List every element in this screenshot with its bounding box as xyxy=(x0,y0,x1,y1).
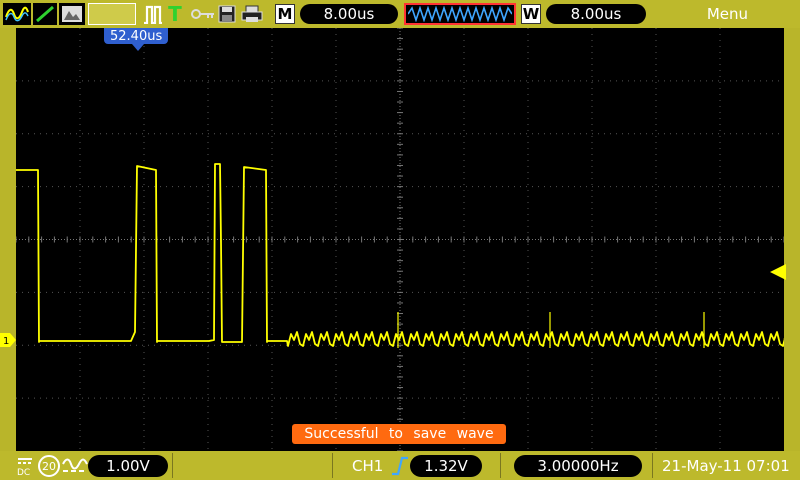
ch2-waveform-icon[interactable] xyxy=(33,3,57,25)
timebase-label: M xyxy=(275,4,295,24)
trigger-level-marker-icon[interactable] xyxy=(770,264,786,280)
ch1-waveform-icon[interactable] xyxy=(3,3,31,25)
trigger-level-value[interactable]: 1.32V xyxy=(410,455,482,477)
waveform-display: 52.40us Successful to save wave xyxy=(16,28,784,451)
ch1-scale-value[interactable]: 1.00V xyxy=(88,455,168,477)
photo-icon[interactable] xyxy=(59,3,85,25)
separator xyxy=(332,453,333,478)
ch1-ground-marker-icon[interactable]: 1 xyxy=(0,332,16,347)
coupling-text: DC xyxy=(17,468,30,476)
top-bar: T M 8.00us W 8.00us Menu xyxy=(0,0,800,28)
window-label: W xyxy=(521,4,541,24)
menu-button[interactable]: Menu xyxy=(707,5,748,23)
save-icon[interactable] xyxy=(217,3,237,25)
dc-coupling-icon: DC xyxy=(16,456,34,478)
separator xyxy=(172,453,173,478)
key-icon[interactable] xyxy=(190,3,216,25)
frequency-value: 3.00000Hz xyxy=(514,455,642,477)
window-waveform-icon[interactable] xyxy=(404,3,516,25)
graticule xyxy=(16,28,784,451)
date-time: 21-May-11 07:01 xyxy=(662,457,790,475)
trigger-position-label[interactable]: 52.40us xyxy=(104,28,169,44)
window-value[interactable]: 8.00us xyxy=(546,4,646,24)
rising-edge-icon[interactable] xyxy=(390,456,410,476)
run-mode-icon[interactable] xyxy=(142,3,164,25)
ch1-trace xyxy=(16,163,784,347)
bottom-bar: DC 20 1.00V CH1 1.32V 3.00000Hz 21-May-1… xyxy=(0,451,800,480)
status-message: Successful to save wave xyxy=(292,424,506,444)
trigger-position-arrow-icon xyxy=(132,44,144,51)
trigger-icon[interactable]: T xyxy=(166,2,184,26)
timebase-value[interactable]: 8.00us xyxy=(300,4,398,24)
bandwidth-limit-icon[interactable]: 20 xyxy=(38,455,60,477)
svg-text:1: 1 xyxy=(3,336,9,347)
trigger-source-label: CH1 xyxy=(352,457,384,475)
separator xyxy=(500,453,501,478)
separator xyxy=(652,453,653,478)
ac-coupling-icon xyxy=(62,457,88,475)
display-slot xyxy=(88,3,136,25)
printer-icon[interactable] xyxy=(240,3,264,25)
